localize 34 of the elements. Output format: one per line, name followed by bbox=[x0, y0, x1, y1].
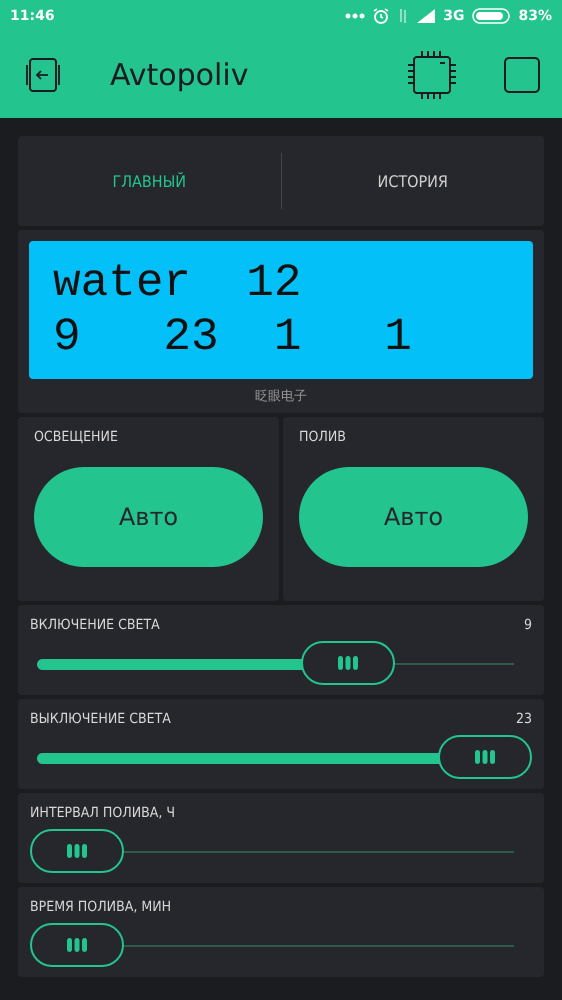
tab[interactable]: ИСТОРИЯ bbox=[282, 153, 544, 209]
lcd-line: 9 23 1 1 bbox=[53, 310, 412, 364]
lcd-line: water 12 bbox=[53, 256, 302, 310]
grip-icon bbox=[67, 844, 87, 858]
more-icon bbox=[345, 13, 366, 19]
widget-label: ОСВЕЩЕНИЕ bbox=[34, 429, 119, 445]
slider-thumb[interactable] bbox=[30, 829, 124, 873]
signal-icon bbox=[417, 9, 436, 23]
widget-label: ИНТЕРВАЛ ПОЛИВА, Ч bbox=[30, 805, 176, 821]
grip-icon bbox=[475, 750, 495, 764]
widget-label: ВКЛЮЧЕНИЕ СВЕТА bbox=[30, 617, 160, 633]
slider-thumb[interactable] bbox=[301, 641, 396, 685]
tab[interactable]: ГЛАВНЫЙ bbox=[18, 153, 280, 209]
mode-button[interactable]: Авто bbox=[34, 467, 263, 567]
lcd-caption: 眨眼电子 bbox=[255, 388, 307, 405]
slider-thumb[interactable] bbox=[30, 923, 124, 967]
widget-label: ВРЕМЯ ПОЛИВА, МИН bbox=[30, 899, 172, 915]
battery-icon bbox=[472, 8, 510, 24]
project-title: Avtopoliv bbox=[110, 58, 248, 92]
alarm-icon bbox=[373, 8, 390, 24]
battery-level: 83% bbox=[518, 8, 552, 24]
mode-button[interactable]: Авто bbox=[299, 467, 528, 567]
chip-icon[interactable] bbox=[406, 49, 458, 101]
clock: 11:46 bbox=[10, 8, 55, 24]
grip-icon bbox=[338, 656, 358, 670]
network-type: 3G bbox=[443, 8, 464, 24]
exit-icon[interactable] bbox=[24, 57, 62, 93]
slider-value: 23 bbox=[516, 711, 532, 727]
widget-label: ПОЛИВ bbox=[299, 429, 347, 445]
grip-icon bbox=[67, 938, 87, 952]
slider-thumb[interactable] bbox=[438, 735, 532, 779]
widget-label: ВЫКЛЮЧЕНИЕ СВЕТА bbox=[30, 711, 171, 727]
slider-value: 9 bbox=[524, 617, 532, 633]
stop-icon[interactable] bbox=[504, 57, 540, 93]
